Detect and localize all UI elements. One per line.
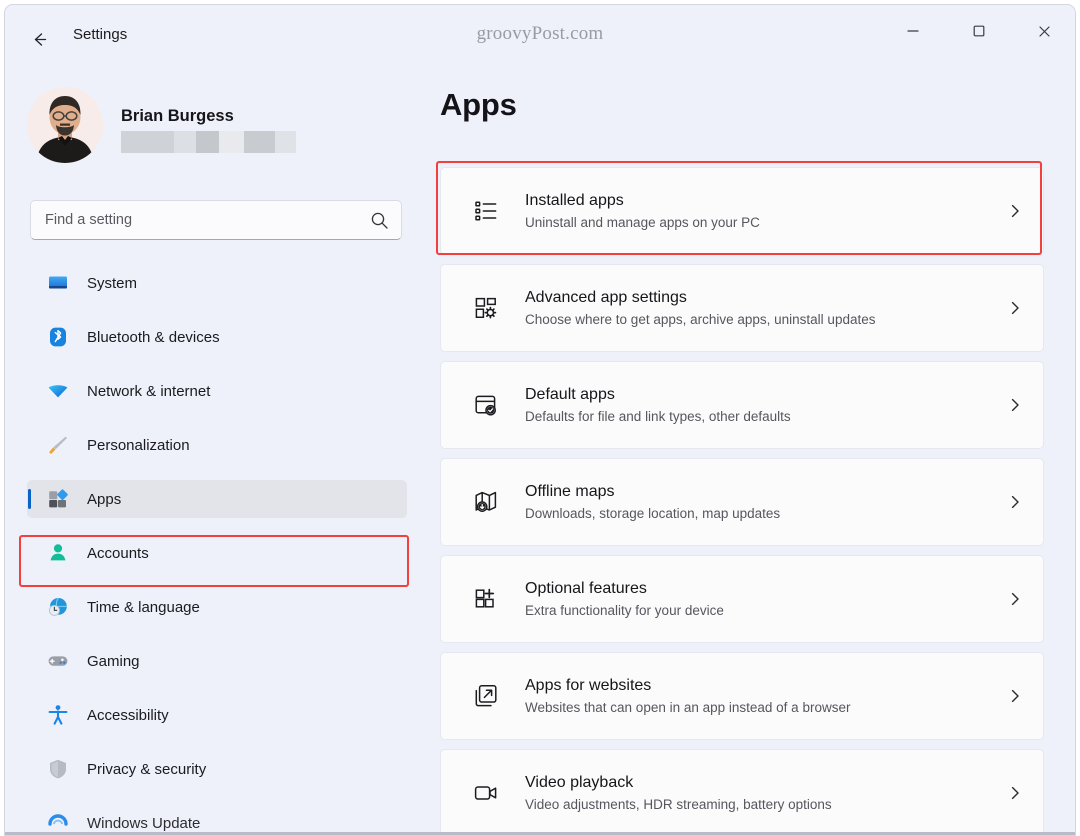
sidebar-item-system[interactable]: System	[27, 264, 407, 302]
card-text: Offline maps Downloads, storage location…	[525, 481, 997, 523]
sidebar-item-label: Privacy & security	[87, 760, 207, 778]
sidebar-item-label: Accounts	[87, 544, 149, 562]
close-icon	[1038, 25, 1050, 37]
person-icon	[43, 541, 73, 565]
video-camera-icon	[469, 776, 503, 810]
card-title: Video playback	[525, 773, 634, 791]
sidebar-item-apps[interactable]: Apps	[27, 480, 407, 518]
sidebar-nav: System Bluetooth & devices Network & int…	[5, 264, 429, 835]
sidebar-item-label: Apps	[87, 490, 122, 508]
chevron-right-icon[interactable]	[997, 203, 1033, 219]
sidebar: Brian Burgess Find a setting System Blue…	[5, 57, 429, 835]
chevron-right-icon[interactable]	[997, 300, 1033, 316]
chevron-right-icon[interactable]	[997, 494, 1033, 510]
card-subtitle: Downloads, storage location, map updates	[525, 505, 781, 521]
title-bar: Settings groovyPost.com	[5, 5, 1075, 57]
shield-icon	[43, 757, 73, 781]
card-subtitle: Uninstall and manage apps on your PC	[525, 214, 760, 230]
sidebar-item-bluetooth-devices[interactable]: Bluetooth & devices	[27, 318, 407, 356]
card-default-apps[interactable]: Default apps Defaults for file and link …	[440, 361, 1044, 449]
map-download-icon	[469, 485, 503, 519]
gamepad-icon	[43, 649, 73, 673]
card-subtitle: Websites that can open in an app instead…	[525, 699, 851, 715]
window-bottom-edge	[5, 832, 1075, 835]
clock-globe-icon	[43, 595, 73, 619]
wifi-icon	[43, 379, 73, 403]
card-advanced-app-settings[interactable]: Advanced app settings Choose where to ge…	[440, 264, 1044, 352]
sidebar-item-accessibility[interactable]: Accessibility	[27, 696, 407, 734]
minimize-icon	[907, 30, 919, 32]
card-title: Apps for websites	[525, 676, 652, 694]
sidebar-item-accounts[interactable]: Accounts	[27, 534, 407, 572]
user-name: Brian Burgess	[121, 107, 234, 125]
sidebar-item-label: Accessibility	[87, 706, 169, 724]
main-content: Apps Installed apps Uninstall and manage…	[429, 57, 1075, 835]
sidebar-item-label: Windows Update	[87, 814, 201, 832]
chevron-right-icon[interactable]	[997, 785, 1033, 801]
settings-window: Settings groovyPost.com Brian Burgess Fi…	[4, 4, 1076, 836]
back-button[interactable]	[23, 23, 55, 55]
card-subtitle: Defaults for file and link types, other …	[525, 408, 791, 424]
card-apps-for-websites[interactable]: Apps for websites Websites that can open…	[440, 652, 1044, 740]
settings-card-list: Installed apps Uninstall and manage apps…	[440, 167, 1044, 835]
avatar	[27, 87, 103, 163]
sidebar-item-label: Network & internet	[87, 382, 211, 400]
card-text: Installed apps Uninstall and manage apps…	[525, 190, 997, 232]
search-box[interactable]	[30, 200, 402, 240]
chevron-right-icon[interactable]	[997, 591, 1033, 607]
card-title: Offline maps	[525, 482, 615, 500]
sidebar-item-label: System	[87, 274, 138, 292]
sidebar-item-gaming[interactable]: Gaming	[27, 642, 407, 680]
sidebar-item-label: Bluetooth & devices	[87, 328, 220, 346]
profile-block[interactable]: Brian Burgess	[27, 87, 367, 165]
card-installed-apps[interactable]: Installed apps Uninstall and manage apps…	[440, 167, 1044, 255]
external-link-icon	[469, 679, 503, 713]
minimize-button[interactable]	[890, 13, 936, 49]
card-text: Video playback Video adjustments, HDR st…	[525, 772, 997, 814]
sidebar-item-label: Time & language	[87, 598, 200, 616]
card-subtitle: Video adjustments, HDR streaming, batter…	[525, 796, 832, 812]
card-text: Optional features Extra functionality fo…	[525, 578, 997, 620]
card-text: Apps for websites Websites that can open…	[525, 675, 997, 717]
default-app-check-icon	[469, 388, 503, 422]
card-optional-features[interactable]: Optional features Extra functionality fo…	[440, 555, 1044, 643]
grid-plus-icon	[469, 582, 503, 616]
card-subtitle: Choose where to get apps, archive apps, …	[525, 311, 876, 327]
sidebar-item-label: Gaming	[87, 652, 140, 670]
sidebar-item-network-internet[interactable]: Network & internet	[27, 372, 407, 410]
chevron-right-icon[interactable]	[997, 397, 1033, 413]
card-title: Optional features	[525, 579, 647, 597]
search-icon[interactable]	[370, 211, 389, 230]
list-apps-icon	[469, 194, 503, 228]
app-gear-icon	[469, 291, 503, 325]
page-title: Apps	[440, 87, 517, 122]
user-email-redacted	[121, 131, 296, 153]
sidebar-item-personalization[interactable]: Personalization	[27, 426, 407, 464]
card-title: Default apps	[525, 385, 615, 403]
maximize-button[interactable]	[956, 13, 1002, 49]
accessibility-icon	[43, 703, 73, 727]
card-text: Advanced app settings Choose where to ge…	[525, 287, 997, 329]
bluetooth-icon	[43, 325, 73, 349]
card-subtitle: Extra functionality for your device	[525, 602, 724, 618]
card-text: Default apps Defaults for file and link …	[525, 384, 997, 426]
close-button[interactable]	[1021, 13, 1067, 49]
chevron-right-icon[interactable]	[997, 688, 1033, 704]
window-title: Settings	[73, 26, 128, 43]
card-offline-maps[interactable]: Offline maps Downloads, storage location…	[440, 458, 1044, 546]
search-input[interactable]	[45, 201, 355, 239]
card-video-playback[interactable]: Video playback Video adjustments, HDR st…	[440, 749, 1044, 835]
card-title: Installed apps	[525, 191, 624, 209]
sidebar-item-time-language[interactable]: Time & language	[27, 588, 407, 626]
apps-icon	[43, 487, 73, 511]
sidebar-item-label: Personalization	[87, 436, 190, 454]
paintbrush-icon	[43, 433, 73, 457]
arrow-left-icon	[34, 32, 46, 46]
maximize-icon	[973, 25, 985, 37]
sidebar-item-privacy-security[interactable]: Privacy & security	[27, 750, 407, 788]
monitor-icon	[43, 271, 73, 295]
card-title: Advanced app settings	[525, 288, 687, 306]
